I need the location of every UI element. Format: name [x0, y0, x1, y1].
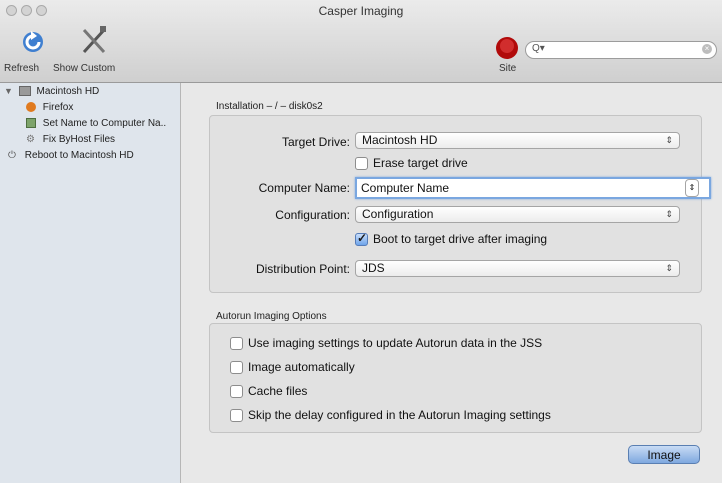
configuration-popup[interactable]: Configuration ⇕ [355, 206, 680, 223]
site-icon [496, 37, 518, 59]
sidebar-item-reboot[interactable]: ⏻ Reboot to Macintosh HD [8, 150, 134, 161]
tools-icon [82, 26, 106, 54]
configuration-value: Configuration [362, 207, 434, 221]
configuration-label: Configuration: [275, 208, 350, 222]
refresh-label: Refresh [4, 63, 40, 74]
computer-name-field[interactable]: Computer Name [355, 177, 711, 199]
hard-drive-icon [18, 86, 31, 97]
popup-arrows-icon: ⇕ [665, 263, 673, 273]
casper-imaging-window: Casper Imaging Refresh Show Custom Site [0, 0, 722, 483]
script-icon [26, 118, 36, 129]
target-drive-value: Macintosh HD [362, 133, 438, 147]
sidebar-item-fix-byhost[interactable]: ⚙ Fix ByHost Files [26, 134, 115, 145]
sidebar-item-firefox[interactable]: Firefox [26, 102, 73, 113]
sidebar-item-disk[interactable]: ▼ Macintosh HD [4, 86, 99, 97]
disclosure-triangle-icon[interactable]: ▼ [4, 86, 13, 96]
gear-icon: ⚙ [26, 134, 35, 145]
target-drive-popup[interactable]: Macintosh HD ⇕ [355, 132, 680, 149]
computer-name-stepper[interactable]: ⇕ [685, 179, 699, 197]
sidebar-item-label: Firefox [42, 102, 74, 113]
sidebar-item-label: Set Name to Computer Na.. [42, 118, 167, 129]
boot-to-target-checkbox[interactable] [355, 231, 368, 246]
popup-arrows-icon: ⇕ [665, 209, 673, 219]
show-custom-label: Show Custom [53, 63, 116, 74]
search-field[interactable]: Q▾ × [525, 41, 717, 59]
sidebar-disk-label: Macintosh HD [36, 86, 100, 97]
autorun-option-image-automatically-label: Image automatically [248, 360, 355, 374]
erase-target-drive-checkbox[interactable] [355, 157, 368, 170]
sidebar-item-label: Fix ByHost Files [42, 134, 116, 146]
refresh-icon [23, 31, 43, 52]
search-icon: Q▾ [532, 43, 545, 54]
autorun-option-cache-files-checkbox[interactable] [230, 385, 243, 398]
erase-target-drive-label: Erase target drive [373, 156, 468, 170]
site-label: Site [499, 63, 517, 74]
firefox-icon [26, 102, 36, 113]
autorun-option-cache-files-label: Cache files [248, 384, 308, 398]
autorun-option-skip-delay-label: Skip the delay configured in the Autorun… [248, 408, 551, 422]
distribution-point-popup[interactable]: JDS ⇕ [355, 260, 680, 277]
autorun-option-update-jss-checkbox[interactable] [230, 337, 243, 350]
autorun-option-update-jss-label: Use imaging settings to update Autorun d… [248, 336, 543, 350]
window-toolbar: Casper Imaging Refresh Show Custom Site [0, 0, 722, 83]
autorun-option-image-automatically-checkbox[interactable] [230, 361, 243, 374]
computer-name-value: Computer Name [361, 181, 450, 195]
boot-to-target-label: Boot to target drive after imaging [373, 232, 548, 246]
sidebar-item-set-name[interactable]: Set Name to Computer Na.. [26, 118, 166, 129]
sidebar: ▼ Macintosh HD Firefox Set Name to Compu… [0, 83, 181, 483]
window-title: Casper Imaging [318, 4, 404, 18]
target-drive-label: Target Drive: [281, 135, 350, 149]
refresh-button[interactable] [20, 22, 46, 59]
power-icon: ⏻ [8, 150, 16, 161]
installation-header: Installation – / – disk0s2 [216, 101, 323, 112]
popup-arrows-icon: ⇕ [665, 135, 673, 145]
image-button[interactable]: Image [628, 445, 700, 464]
autorun-header: Autorun Imaging Options [216, 311, 327, 322]
clear-search-icon[interactable]: × [702, 44, 712, 54]
sidebar-item-label: Reboot to Macintosh HD [24, 150, 134, 162]
show-custom-button[interactable] [80, 22, 108, 59]
computer-name-label: Computer Name: [258, 181, 350, 195]
distribution-point-label: Distribution Point: [255, 262, 350, 276]
site-button[interactable] [495, 36, 519, 63]
autorun-option-skip-delay-checkbox[interactable] [230, 409, 243, 422]
distribution-point-value: JDS [362, 261, 385, 275]
